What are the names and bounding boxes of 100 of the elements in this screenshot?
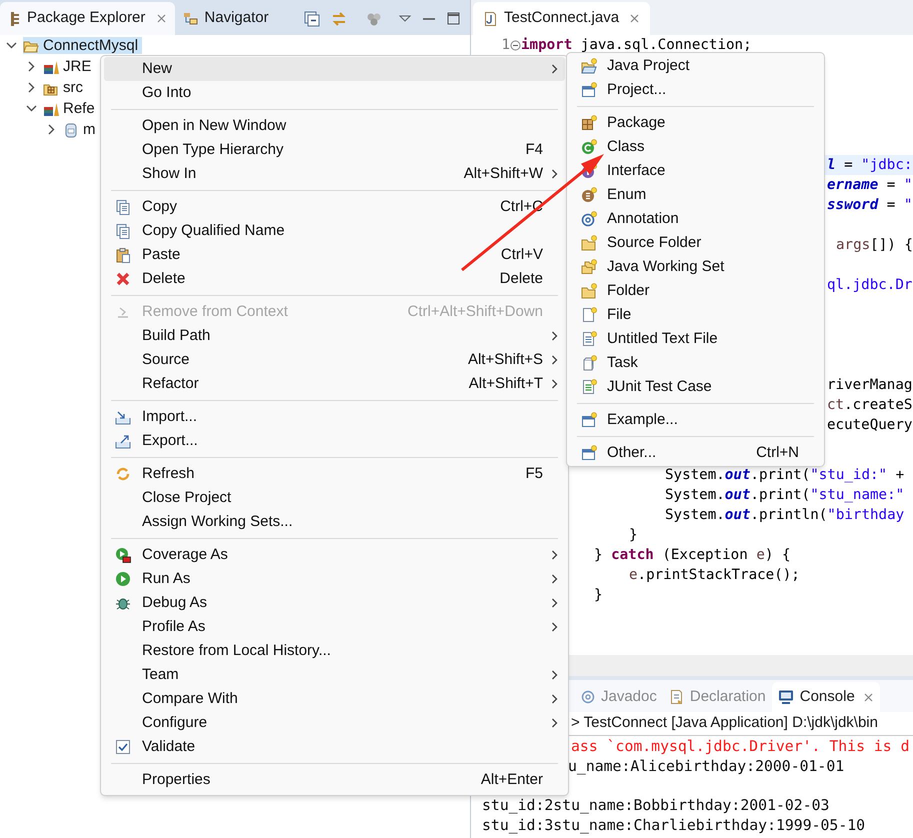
coverage-icon (115, 547, 131, 563)
copy-icon (115, 223, 131, 239)
code-line: args[]) { (836, 236, 913, 255)
menu-item[interactable]: Refactor Alt+Shift+T (104, 372, 565, 396)
menu-item[interactable]: Properties Alt+Enter (104, 768, 565, 792)
chevron-icon[interactable] (46, 124, 57, 135)
folder-icon (580, 283, 596, 299)
chevron-icon[interactable] (6, 40, 17, 51)
menu-item[interactable]: Refresh F5 (104, 462, 565, 486)
console-line: stu_id:2stu_name:Bobbirthday:2001-02-03 (482, 796, 830, 816)
editor-tab[interactable]: TestConnect.java (473, 2, 650, 35)
class-icon (580, 139, 596, 155)
menu-item[interactable]: JUnit Test Case (570, 375, 821, 399)
menu-item[interactable]: Other... Ctrl+N (570, 441, 821, 465)
menu-item[interactable]: Export... (104, 429, 565, 453)
menu-item[interactable]: Go Into (104, 81, 565, 105)
menu-item[interactable]: Assign Working Sets... (104, 510, 565, 534)
view-tab[interactable]: Package Explorer (0, 2, 176, 35)
export-icon (115, 433, 131, 449)
code-line: } (594, 586, 603, 605)
menu-item[interactable]: File (570, 303, 821, 327)
menu-item[interactable]: Java Project (570, 54, 821, 78)
code-line: riverManag (827, 376, 912, 395)
view-menu-icon[interactable] (399, 14, 411, 23)
menu-item[interactable]: Copy Qualified Name (104, 219, 565, 243)
menu-item[interactable]: Team (104, 663, 565, 687)
menu-item[interactable]: Build Path (104, 324, 565, 348)
new-folder-icon (580, 58, 596, 74)
menu-item[interactable]: Example... (570, 408, 821, 432)
menu-item[interactable]: Package (570, 111, 821, 135)
chevron-icon[interactable] (26, 82, 37, 93)
menu-item[interactable]: Source Alt+Shift+S (104, 348, 565, 372)
menu-item[interactable]: Class (570, 135, 821, 159)
collapse-all-icon[interactable] (304, 10, 320, 26)
console-header: > TestConnect [Java Application] D:\jdk\jdk\bin (571, 713, 878, 734)
menu-item[interactable]: Run As (104, 567, 565, 591)
menu-item[interactable]: Delete Delete (104, 267, 565, 291)
maximize-icon[interactable] (447, 12, 460, 25)
at-sign-icon (580, 211, 596, 227)
menu-item[interactable]: Open Type Hierarchy F4 (104, 138, 565, 162)
test-file-icon (580, 379, 596, 395)
tree-item[interactable]: Refe (43, 100, 99, 117)
package-icon (580, 115, 596, 131)
menu-item[interactable]: Configure (104, 711, 565, 735)
code-line: ername = " (827, 176, 912, 195)
console-line: u_name:Alicebirthday:2000-01-01 (568, 757, 844, 777)
menu-item[interactable]: Profile As (104, 615, 565, 639)
text-file-icon (580, 331, 596, 347)
code-line: } catch (Exception e) { (594, 546, 790, 565)
refresh-icon (115, 466, 131, 482)
close-icon[interactable] (156, 13, 168, 24)
menu-item[interactable]: Folder (570, 279, 821, 303)
tree-item[interactable]: ConnectMysql (23, 37, 142, 54)
task-icon (580, 355, 596, 371)
menu-item[interactable]: Validate (104, 735, 565, 759)
view-tab[interactable]: Console (772, 682, 880, 712)
code-line: System.out.print("stu_id:" + (665, 466, 904, 485)
chevron-icon[interactable] (26, 103, 37, 114)
menu-item[interactable]: Java Working Set (570, 255, 821, 279)
close-icon[interactable] (862, 692, 874, 702)
menu-item[interactable]: Annotation (570, 207, 821, 231)
menu-item[interactable]: Restore from Local History... (104, 639, 565, 663)
tree-item[interactable]: m (63, 121, 100, 138)
fold-icon[interactable] (510, 40, 521, 50)
chevron-icon[interactable] (26, 61, 37, 72)
menu-item[interactable]: Show In Alt+Shift+W (104, 162, 565, 186)
menu-item[interactable]: Import... (104, 405, 565, 429)
code-line: e.printStackTrace(); (629, 566, 800, 585)
import-icon (115, 409, 131, 425)
menu-item[interactable]: Untitled Text File (570, 327, 821, 351)
menu-item[interactable]: Task (570, 351, 821, 375)
code-line: ecuteQuery (827, 416, 912, 435)
menu-item[interactable]: Open in New Window (104, 114, 565, 138)
menu-item[interactable]: Enum (570, 183, 821, 207)
menu-item[interactable]: Coverage As (104, 543, 565, 567)
menu-item[interactable]: Debug As (104, 591, 565, 615)
declaration-icon (668, 689, 684, 705)
console-line: stu_id:3stu_name:Charliebirthday:1999-05-10 (482, 816, 866, 836)
code-line: System.out.print("stu_name:" (665, 486, 904, 505)
clipboard-icon (115, 247, 131, 263)
menu-item[interactable]: New (104, 57, 565, 81)
code-line: l = "jdbc: (827, 156, 912, 175)
view-tab[interactable]: Navigator (175, 2, 277, 35)
checkbox-icon (115, 739, 131, 755)
file-icon (580, 307, 596, 323)
menu-item[interactable]: Source Folder (570, 231, 821, 255)
menu-item[interactable]: Paste Ctrl+V (104, 243, 565, 267)
delete-icon (115, 271, 131, 287)
close-icon[interactable] (629, 13, 640, 24)
code-line: ql.jdbc.Dr (827, 276, 912, 295)
menu-item[interactable]: Close Project (104, 486, 565, 510)
line-number: 1 (500, 36, 510, 55)
tree-item[interactable]: src (43, 79, 87, 96)
package-explorer-icon (8, 10, 22, 26)
copy-icon (115, 199, 131, 215)
menu-item[interactable]: Compare With (104, 687, 565, 711)
menu-item[interactable]: Project... (570, 78, 821, 102)
window-icon (580, 445, 596, 461)
code-line: } (629, 526, 638, 545)
tree-item[interactable]: JRE (43, 58, 96, 75)
